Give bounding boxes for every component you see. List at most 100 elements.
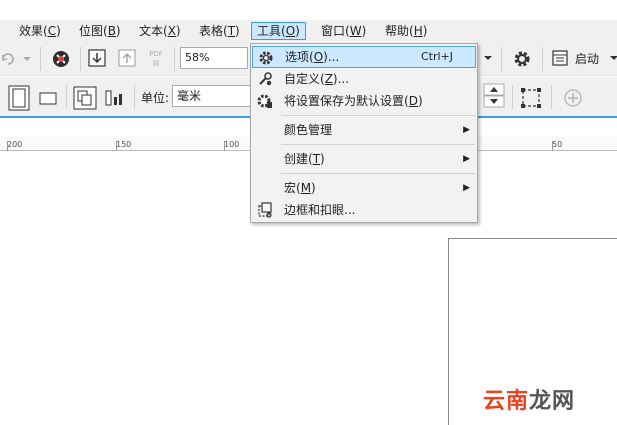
menu-bitmaps[interactable]: 位图(B) bbox=[74, 22, 126, 40]
label-text: 将设置保存为默认设置( bbox=[284, 94, 409, 108]
menu-item-options[interactable]: 选项(O)... Ctrl+J bbox=[252, 46, 476, 68]
all-pages-icon[interactable] bbox=[73, 86, 97, 110]
menu-item-save-defaults[interactable]: 将设置保存为默认设置(D) bbox=[252, 90, 476, 112]
label-text: 创建( bbox=[284, 152, 313, 166]
toolbar-separator bbox=[40, 47, 41, 71]
menu-item-color-management[interactable]: 颜色管理 ▶ bbox=[252, 119, 476, 141]
toolbar-separator bbox=[174, 47, 175, 71]
menu-tools-key: O bbox=[285, 24, 296, 38]
menu-tools-label: 工具( bbox=[257, 24, 286, 38]
menu-window-key: W bbox=[349, 24, 362, 38]
ruler-tick bbox=[552, 141, 553, 151]
watermark-char: 南 bbox=[506, 389, 530, 414]
menu-item-create[interactable]: 创建(T) ▶ bbox=[252, 148, 476, 170]
menu-item-create-label: 创建(T) bbox=[284, 148, 325, 170]
save-settings-icon bbox=[256, 92, 274, 110]
redo-icon[interactable] bbox=[0, 50, 20, 68]
menu-text-key: X bbox=[167, 24, 176, 38]
toolbar-separator bbox=[80, 47, 81, 71]
menu-effects-key: C bbox=[47, 24, 57, 38]
treat-as-filled-icon[interactable] bbox=[519, 86, 543, 110]
menu-window-label: 窗口( bbox=[321, 24, 350, 38]
label-key: D bbox=[408, 94, 418, 108]
submenu-arrow-icon: ▶ bbox=[463, 154, 470, 164]
menu-item-customize-label: 自定义(Z)... bbox=[284, 68, 349, 90]
menu-help-tail: ) bbox=[422, 24, 428, 38]
menu-window[interactable]: 窗口(W) bbox=[316, 22, 371, 40]
watermark-char: 云 bbox=[483, 389, 507, 414]
borders-grommets-icon bbox=[256, 201, 274, 219]
ruler-label: 200 bbox=[7, 140, 23, 149]
menu-separator bbox=[281, 115, 475, 116]
tools-dropdown-menu: 选项(O)... Ctrl+J 自定义(Z)... 将设置保存为默认设置(D) … bbox=[250, 43, 478, 223]
launch-label[interactable]: 启动 bbox=[575, 50, 599, 67]
options-gear-icon[interactable] bbox=[512, 49, 532, 69]
menu-item-macros[interactable]: 宏(M) ▶ bbox=[252, 177, 476, 199]
toolbar-separator bbox=[501, 47, 502, 71]
menu-table-key: T bbox=[227, 24, 236, 38]
label-key: T bbox=[312, 152, 321, 166]
submenu-arrow-icon: ▶ bbox=[463, 125, 470, 135]
add-icon[interactable] bbox=[563, 88, 583, 108]
label-key: Z bbox=[324, 72, 333, 86]
label-text: 选项( bbox=[285, 50, 314, 64]
menu-item-customize[interactable]: 自定义(Z)... bbox=[252, 68, 476, 90]
pdf-label: PDF bbox=[149, 50, 163, 58]
menu-item-color-management-label: 颜色管理 bbox=[284, 123, 333, 137]
menu-table[interactable]: 表格(T) bbox=[194, 22, 245, 40]
portrait-orientation-icon[interactable] bbox=[8, 85, 30, 111]
watermark-char: 网 bbox=[552, 389, 576, 414]
label-tail: ) bbox=[311, 181, 316, 195]
label-key: M bbox=[300, 181, 312, 195]
launch-dropdown-icon[interactable] bbox=[609, 53, 617, 63]
units-label: 单位: bbox=[141, 91, 170, 105]
menu-help[interactable]: 帮助(H) bbox=[380, 22, 432, 40]
export-icon[interactable] bbox=[117, 48, 137, 68]
label-tail: )... bbox=[332, 72, 350, 86]
menu-window-tail: ) bbox=[361, 24, 367, 38]
menu-help-key: H bbox=[413, 24, 423, 38]
menu-bitmaps-tail: ) bbox=[115, 24, 121, 38]
menu-item-save-defaults-label: 将设置保存为默认设置(D) bbox=[284, 90, 423, 112]
menu-effects[interactable]: 效果(C) bbox=[14, 22, 66, 40]
zoom-level-input[interactable]: 58% bbox=[180, 47, 248, 69]
menu-bar: 效果(C) 位图(B) 文本(X) 表格(T) 工具(O) 窗口(W) 帮助(H… bbox=[0, 20, 617, 42]
label-tail: )... bbox=[323, 50, 340, 64]
watermark-char: 龙 bbox=[529, 389, 553, 414]
ruler-tick bbox=[224, 141, 225, 151]
menu-item-borders-grommets[interactable]: 边框和扣眼... bbox=[252, 199, 476, 221]
customize-icon bbox=[256, 70, 274, 88]
redo-dropdown-icon[interactable] bbox=[22, 54, 32, 64]
nudge-spinner[interactable] bbox=[483, 83, 505, 109]
menu-bitmaps-label: 位图( bbox=[79, 24, 108, 38]
ruler-tick bbox=[116, 141, 117, 151]
menu-item-macros-label: 宏(M) bbox=[284, 177, 316, 199]
toolbar-separator bbox=[66, 85, 67, 109]
toolbar-separator bbox=[542, 47, 543, 71]
units-select[interactable]: 毫米 bbox=[172, 85, 252, 107]
chevron-down-icon[interactable] bbox=[483, 53, 493, 63]
import-icon[interactable] bbox=[87, 48, 107, 68]
ruler-label: 50 bbox=[552, 140, 563, 149]
current-page-icon[interactable] bbox=[104, 88, 126, 108]
submenu-arrow-icon: ▶ bbox=[463, 183, 470, 193]
menu-text[interactable]: 文本(X) bbox=[134, 22, 186, 40]
toolbar-separator bbox=[512, 85, 513, 109]
site-watermark: 云南龙网 bbox=[483, 383, 575, 415]
menu-table-tail: ) bbox=[235, 24, 240, 38]
publish-pdf-icon[interactable]: PDF ▤ bbox=[146, 50, 166, 68]
menu-help-label: 帮助( bbox=[385, 24, 414, 38]
menu-tools-tail: ) bbox=[295, 24, 300, 38]
landscape-orientation-icon[interactable] bbox=[38, 90, 58, 106]
menu-text-label: 文本( bbox=[139, 24, 168, 38]
menu-item-borders-grommets-label: 边框和扣眼... bbox=[284, 203, 356, 217]
menu-tools[interactable]: 工具(O) bbox=[251, 22, 306, 40]
ruler-tick bbox=[7, 141, 8, 151]
launch-icon[interactable] bbox=[551, 49, 569, 67]
label-tail: ) bbox=[417, 94, 423, 108]
corel-connect-icon[interactable] bbox=[51, 49, 71, 69]
ruler-label: 100 bbox=[224, 140, 240, 149]
menu-table-label: 表格( bbox=[199, 24, 228, 38]
toolbar-separator bbox=[134, 85, 135, 109]
menu-separator bbox=[281, 173, 475, 174]
